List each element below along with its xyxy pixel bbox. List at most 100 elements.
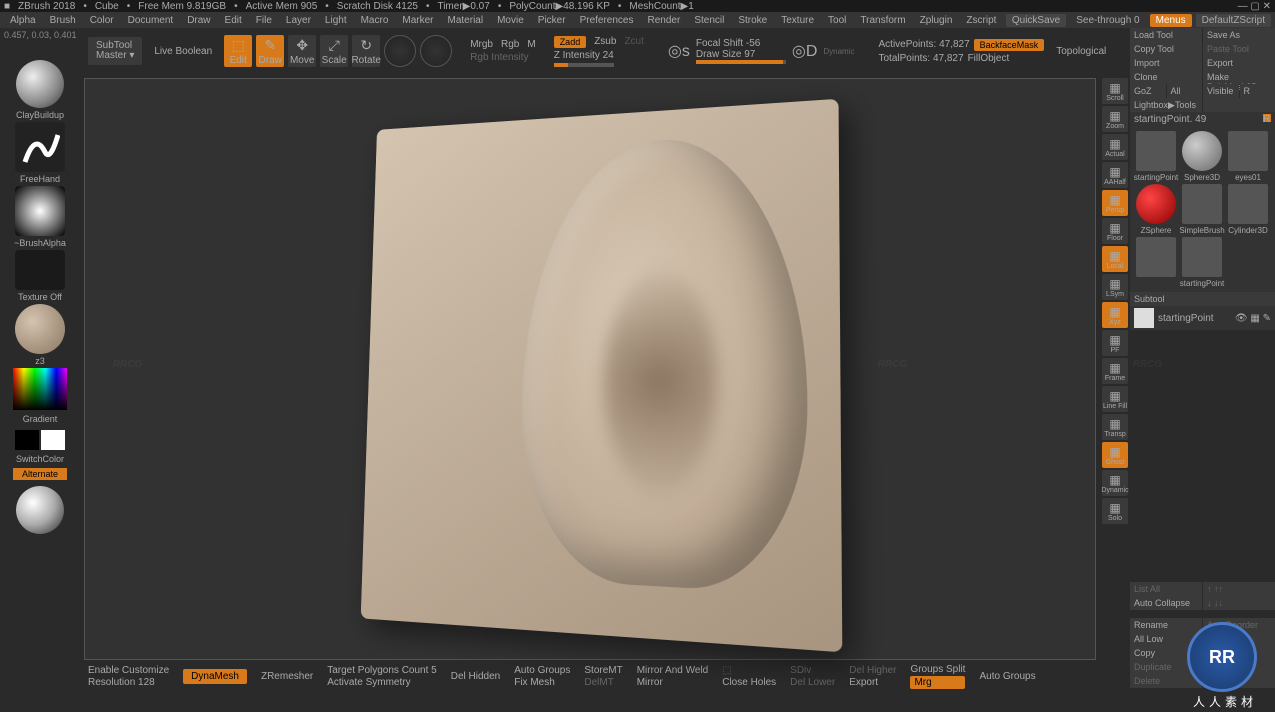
menu-stencil[interactable]: Stencil (688, 14, 730, 27)
tool-ZSphere[interactable]: ZSphere (1134, 184, 1178, 235)
activatesym-button[interactable]: Activate Symmetry (327, 677, 437, 688)
autocollapse-button[interactable]: Auto Collapse (1130, 596, 1202, 610)
rgbintensity-label[interactable]: Rgb Intensity (470, 52, 536, 63)
vp-floor-button[interactable]: ▦Floor (1102, 218, 1128, 244)
allhigh-button[interactable]: All High (1203, 632, 1275, 646)
mrg-button[interactable]: Mrg (910, 676, 965, 689)
topological-button[interactable]: Topological (1056, 46, 1106, 57)
menu-transform[interactable]: Transform (854, 14, 911, 27)
delhidden-button[interactable]: Del Hidden (451, 671, 500, 682)
rotate-button[interactable]: ↻Rotate (352, 35, 380, 67)
vp-aahalf-button[interactable]: ▦AAHalf (1102, 162, 1128, 188)
fillobject-button[interactable]: FillObject (968, 53, 1010, 64)
subtool-header[interactable]: Subtool (1130, 292, 1275, 306)
menu-macro[interactable]: Macro (355, 14, 395, 27)
focal-icon[interactable]: ◎s (668, 41, 690, 61)
menus-button[interactable]: Menus (1150, 14, 1192, 27)
tool-Cylinder3D[interactable]: Cylinder3D (1226, 184, 1270, 235)
alpha-selector[interactable]: ~BrushAlpha (10, 186, 70, 248)
edit-button[interactable]: ⬚Edit (224, 35, 252, 67)
menu-light[interactable]: Light (319, 14, 353, 27)
menu-preferences[interactable]: Preferences (574, 14, 640, 27)
vp-pf-button[interactable]: ▦PF (1102, 330, 1128, 356)
sdiv-label[interactable]: SDiv (790, 665, 835, 676)
subtool-item[interactable]: startingPoint 👁 ▦ ✎ (1130, 306, 1275, 330)
paste-button[interactable]: Paste (1203, 646, 1275, 660)
color-picker[interactable] (13, 368, 67, 410)
autoreorder-button[interactable]: AutoReorder (1203, 618, 1275, 632)
m-button[interactable]: M (527, 39, 535, 50)
menu-brush[interactable]: Brush (44, 14, 82, 27)
alternate-button[interactable]: Alternate (13, 468, 67, 480)
menu-marker[interactable]: Marker (396, 14, 439, 27)
menu-zplugin[interactable]: Zplugin (914, 14, 959, 27)
rgb-button[interactable]: Rgb (501, 39, 519, 50)
panel-export-button[interactable]: Export (1203, 56, 1275, 70)
mirror-button[interactable]: Mirror (637, 677, 709, 688)
listall-button[interactable]: List All (1130, 582, 1202, 596)
draw-button[interactable]: ✎Draw (256, 35, 284, 67)
panel-copy-tool-button[interactable]: Copy Tool (1130, 42, 1202, 56)
menu-picker[interactable]: Picker (532, 14, 572, 27)
delmt-button[interactable]: DelMT (584, 677, 622, 688)
menu-movie[interactable]: Movie (491, 14, 530, 27)
vp-local-button[interactable]: ▦Local (1102, 246, 1128, 272)
vp-lsym-button[interactable]: ▦LSym (1102, 274, 1128, 300)
tool-startingPoint[interactable]: startingPoint (1180, 237, 1224, 288)
export-button[interactable]: Export (849, 677, 896, 688)
duplicate-button[interactable]: Duplicate (1130, 660, 1202, 674)
delete-button[interactable]: Delete (1130, 674, 1202, 688)
rename-button[interactable]: Rename (1130, 618, 1202, 632)
panel--button[interactable] (1203, 98, 1275, 112)
defaultscript-button[interactable]: DefaultZScript (1196, 14, 1271, 27)
zcut-button[interactable]: Zcut (624, 36, 643, 48)
move-button[interactable]: ✥Move (288, 35, 316, 67)
autogroups2-button[interactable]: Auto Groups (979, 671, 1035, 682)
panel-clone-button[interactable]: Clone (1130, 70, 1202, 84)
menu-material[interactable]: Material (442, 14, 490, 27)
panel-lightbox▶tools-button[interactable]: Lightbox▶Tools (1130, 98, 1202, 112)
menu-edit[interactable]: Edit (219, 14, 248, 27)
vp-xyz-button[interactable]: ▦Xyz (1102, 302, 1128, 328)
sculptris-icon[interactable] (420, 35, 452, 67)
zremesher-button[interactable]: ZRemesher (261, 671, 313, 682)
menu-document[interactable]: Document (122, 14, 180, 27)
panel-visible-button[interactable]: Visible (1203, 84, 1239, 98)
vp-transp-button[interactable]: ▦Transp (1102, 414, 1128, 440)
stroke-selector[interactable]: FreeHand (10, 122, 70, 184)
copy-button[interactable]: Copy (1130, 646, 1202, 660)
tool-eyes01[interactable]: eyes01 (1226, 131, 1270, 182)
vp-frame-button[interactable]: ▦Frame (1102, 358, 1128, 384)
panel-goz-button[interactable]: GoZ (1130, 84, 1166, 98)
vp-actual-button[interactable]: ▦Actual (1102, 134, 1128, 160)
panel-make-polymesh3d-button[interactable]: Make PolyMesh3D (1203, 70, 1275, 84)
gizmo-icon[interactable] (384, 35, 416, 67)
vp-scroll-button[interactable]: ▦Scroll (1102, 78, 1128, 104)
menu-file[interactable]: File (250, 14, 278, 27)
seethrough-label[interactable]: See-through 0 (1070, 14, 1145, 27)
zsub-button[interactable]: Zsub (594, 36, 616, 48)
dynamesh-button[interactable]: DynaMesh (183, 669, 247, 684)
fixmesh-button[interactable]: Fix Mesh (514, 677, 570, 688)
vp-line fill-button[interactable]: ▦Line Fill (1102, 386, 1128, 412)
menu-texture[interactable]: Texture (775, 14, 820, 27)
focalshift-slider[interactable]: Focal Shift -56 (696, 38, 786, 49)
menu-tool[interactable]: Tool (822, 14, 852, 27)
tool-thumb[interactable] (1134, 237, 1178, 288)
mirrorweld-button[interactable]: Mirror And Weld (637, 665, 709, 676)
alllow-button[interactable]: All Low (1130, 632, 1202, 646)
groupssplit-button[interactable]: Groups Split (910, 664, 965, 675)
menu-color[interactable]: Color (84, 14, 120, 27)
drawsize-slider[interactable]: Draw Size 97 (696, 49, 786, 60)
tool-startingPoint[interactable]: startingPoint (1134, 131, 1178, 182)
menu-alpha[interactable]: Alpha (4, 14, 42, 27)
backfacemask-button[interactable]: BackfaceMask (974, 39, 1045, 51)
texture-selector[interactable]: Texture Off (10, 250, 70, 302)
brush-selector[interactable]: ClayBuildup (10, 60, 70, 120)
autogroups-button[interactable]: Auto Groups (514, 665, 570, 676)
drawsize-icon[interactable]: ◎D (792, 41, 818, 61)
menu-draw[interactable]: Draw (181, 14, 216, 27)
subtool-master-button[interactable]: SubToolMaster ▾ (88, 37, 142, 65)
tool-Sphere3D[interactable]: Sphere3D (1180, 131, 1224, 182)
targetpoly-label[interactable]: Target Polygons Count 5 (327, 665, 437, 676)
